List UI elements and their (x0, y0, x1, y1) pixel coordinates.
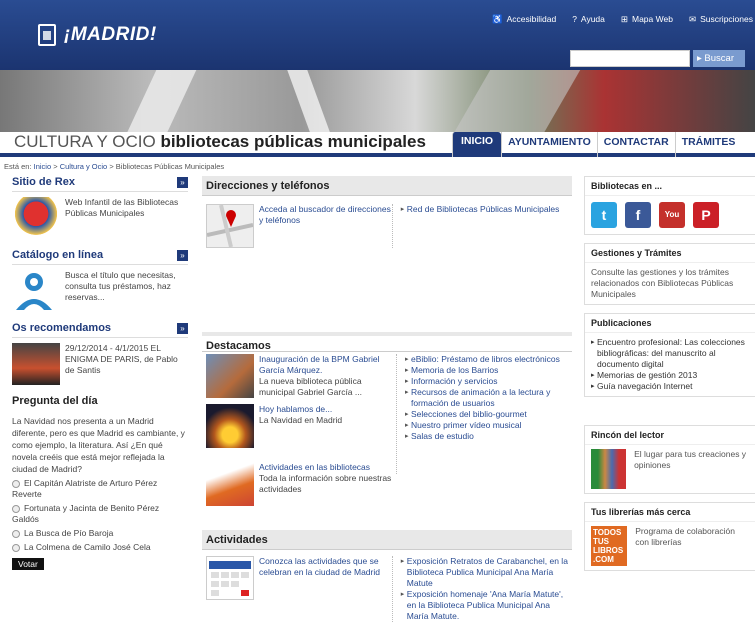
twitter-icon[interactable]: t (591, 202, 617, 228)
nav-ayuntamiento[interactable]: AYUNTAMIENTO (501, 132, 597, 157)
breadcrumb: Está en: Inicio > Cultura y Ocio > Bibli… (4, 162, 225, 171)
actividades-list-item[interactable]: Exposición homenaje 'Ana María Matute', … (401, 589, 568, 622)
banner-image (0, 70, 755, 132)
rex-title[interactable]: Sitio de Rex (12, 176, 75, 188)
destacamos-list-item[interactable]: Información y servicios (405, 376, 568, 387)
librerias-title[interactable]: Tus librerías más cerca (585, 503, 755, 522)
calendar-image[interactable] (206, 556, 254, 600)
site-header: ¡MADRID! ♿ Accesibilidad ? Ayuda ⊞ Mapa Web… (0, 0, 755, 70)
direcciones-header: Direcciones y teléfonos (202, 176, 572, 196)
direcciones-link[interactable]: Acceda al buscador de direcciones y telé… (259, 204, 392, 248)
destacamos-list-item[interactable]: Salas de estudio (405, 431, 568, 442)
facebook-icon[interactable]: f (625, 202, 651, 228)
mail-icon: ✉ (688, 14, 697, 24)
publicaciones-title[interactable]: Publicaciones (585, 314, 755, 333)
destacamos-list-item[interactable]: Memoria de los Barrios (405, 365, 568, 376)
bibliotecas-title: Bibliotecas en ... (585, 177, 755, 196)
crumb-inicio[interactable]: Inicio (34, 162, 52, 171)
center-column: Direcciones y teléfonos Acceda al buscad… (202, 176, 572, 628)
poll-title: Pregunta del día (12, 395, 98, 407)
title-bar: CULTURA Y OCIO bibliotecas públicas muni… (0, 132, 755, 157)
todos-tus-libros-logo[interactable]: TODOS TUS LIBROS .COM (591, 526, 628, 566)
main-nav: INICIO AYUNTAMIENTO CONTACTAR TRÁMITES (452, 132, 741, 157)
actividades-link[interactable]: Conozca las actividades que se celebran … (259, 556, 392, 622)
nav-inicio[interactable]: INICIO (452, 132, 502, 157)
help-link[interactable]: ? Ayuda (572, 14, 605, 25)
search-button[interactable]: ▸ Buscar (693, 50, 745, 67)
left-column: Sitio de Rex » Web Infantil de las Biblio… (12, 176, 188, 570)
catalogo-title[interactable]: Catálogo en línea (12, 249, 103, 261)
search-input[interactable] (570, 50, 690, 67)
vote-button[interactable]: Votar (12, 558, 44, 570)
subscriptions-link[interactable]: ✉ Suscripciones (689, 14, 753, 25)
destacamos-list-item[interactable]: eBiblio: Préstamo de libros electrónicos (405, 354, 568, 365)
madrid-crest-icon (38, 24, 56, 46)
gestiones-box: Gestiones y Trámites Consulte las gestio… (584, 243, 755, 305)
rex-text[interactable]: Web Infantil de las Bibliotecas Públicas… (65, 197, 188, 239)
destacamos-link-3[interactable]: Actividades en las bibliotecas (259, 462, 396, 473)
radio-button[interactable] (12, 529, 20, 538)
poll-option[interactable]: Fortunata y Jacinta de Benito Pérez Gald… (12, 503, 188, 525)
librerias-box: Tus librerías más cerca TODOS TUS LIBROS… (584, 502, 755, 571)
publicaciones-item[interactable]: Memorias de gestión 2013 (591, 370, 749, 381)
bpm-building-image[interactable] (206, 354, 254, 398)
nav-tramites[interactable]: TRÁMITES (674, 132, 742, 157)
arrow-icon[interactable]: » (177, 176, 188, 188)
crumb-cultura[interactable]: Cultura y Ocio (60, 162, 108, 171)
search-area: ▸ Buscar (570, 50, 745, 67)
accessibility-link[interactable]: ♿ Accesibilidad (492, 14, 556, 25)
map-pin-image[interactable] (206, 204, 254, 248)
radio-button[interactable] (12, 543, 20, 552)
poll-option[interactable]: El Capitán Alatriste de Arturo Pérez Rev… (12, 478, 188, 500)
gestiones-title[interactable]: Gestiones y Trámites (585, 244, 755, 263)
destacamos-list-item[interactable]: Selecciones del biblio-gourmet (405, 409, 568, 420)
pinterest-icon[interactable]: P (693, 202, 719, 228)
page-title: CULTURA Y OCIO bibliotecas públicas muni… (14, 132, 426, 151)
activities-image[interactable] (206, 462, 254, 506)
poll-box: Pregunta del día La Navidad nos presenta… (12, 395, 188, 570)
right-column: Bibliotecas en ... t f You P Gestiones y… (584, 176, 755, 579)
rincon-title[interactable]: Rincón del lector (585, 426, 755, 445)
christmas-madrid-image[interactable] (206, 404, 254, 448)
actividades-header: Actividades (202, 530, 572, 550)
sitemap-link[interactable]: ⊞ Mapa Web (621, 14, 673, 25)
destacamos-list-item[interactable]: Nuestro primer vídeo musical (405, 420, 568, 431)
actividades-list-item[interactable]: Exposición Retratos de Carabanchel, en l… (401, 556, 568, 589)
publicaciones-item[interactable]: Guía navegación Internet (591, 381, 749, 392)
destacamos-link-2[interactable]: Hoy hablamos de... (259, 404, 342, 415)
bibliotecas-box: Bibliotecas en ... t f You P (584, 176, 755, 235)
recomendamos-title[interactable]: Os recomendamos (12, 322, 111, 334)
youtube-icon[interactable]: You (659, 202, 685, 228)
madrid-logo[interactable]: ¡MADRID! (38, 24, 157, 46)
publicaciones-box: Publicaciones Encuentro profesional: Las… (584, 313, 755, 397)
radio-button[interactable] (12, 479, 20, 488)
catalogo-icon[interactable] (12, 270, 60, 312)
help-icon: ? (572, 14, 577, 24)
red-bibliotecas-link[interactable]: Red de Bibliotecas Públicas Municipales (401, 204, 568, 215)
poll-option[interactable]: La Busca de Pío Baroja (12, 528, 188, 539)
logo-text: ¡MADRID! (64, 24, 157, 45)
arrow-icon[interactable]: » (177, 322, 188, 334)
recomendamos-box: Os recomendamos » 29/12/2014 - 4/1/2015 E… (12, 322, 188, 385)
poll-option[interactable]: La Colmena de Camilo José Cela (12, 542, 188, 553)
publicaciones-item[interactable]: Encuentro profesional: Las colecciones b… (591, 337, 749, 370)
destacamos-list-item[interactable]: Recursos de animación a la lectura y for… (405, 387, 568, 409)
rex-dog-image[interactable] (12, 197, 60, 239)
poll-question: La Navidad nos presenta a un Madrid dife… (12, 416, 185, 474)
catalogo-text: Busca el título que necesitas, consulta … (65, 270, 176, 302)
recomendamos-text[interactable]: 29/12/2014 - 4/1/2015 EL ENIGMA DE PARIS… (65, 343, 188, 385)
radio-button[interactable] (12, 504, 20, 513)
destacamos-link-1[interactable]: Inauguración de la BPM Gabriel García Má… (259, 354, 396, 376)
accessibility-icon: ♿ (491, 14, 503, 24)
destacamos-header: Destacamos (202, 332, 572, 352)
top-links: ♿ Accesibilidad ? Ayuda ⊞ Mapa Web ✉ Suscrip… (492, 14, 753, 25)
nav-contactar[interactable]: CONTACTAR (596, 132, 675, 157)
book-cover-image[interactable] (12, 343, 60, 385)
reader-image[interactable] (591, 449, 627, 489)
rex-box: Sitio de Rex » Web Infantil de las Biblio… (12, 176, 188, 239)
rincon-box: Rincón del lector El lugar para tus crea… (584, 425, 755, 494)
sitemap-icon: ⊞ (620, 14, 628, 24)
catalogo-box: Catálogo en línea » Busca el título que n… (12, 249, 188, 312)
arrow-icon[interactable]: » (177, 249, 188, 261)
